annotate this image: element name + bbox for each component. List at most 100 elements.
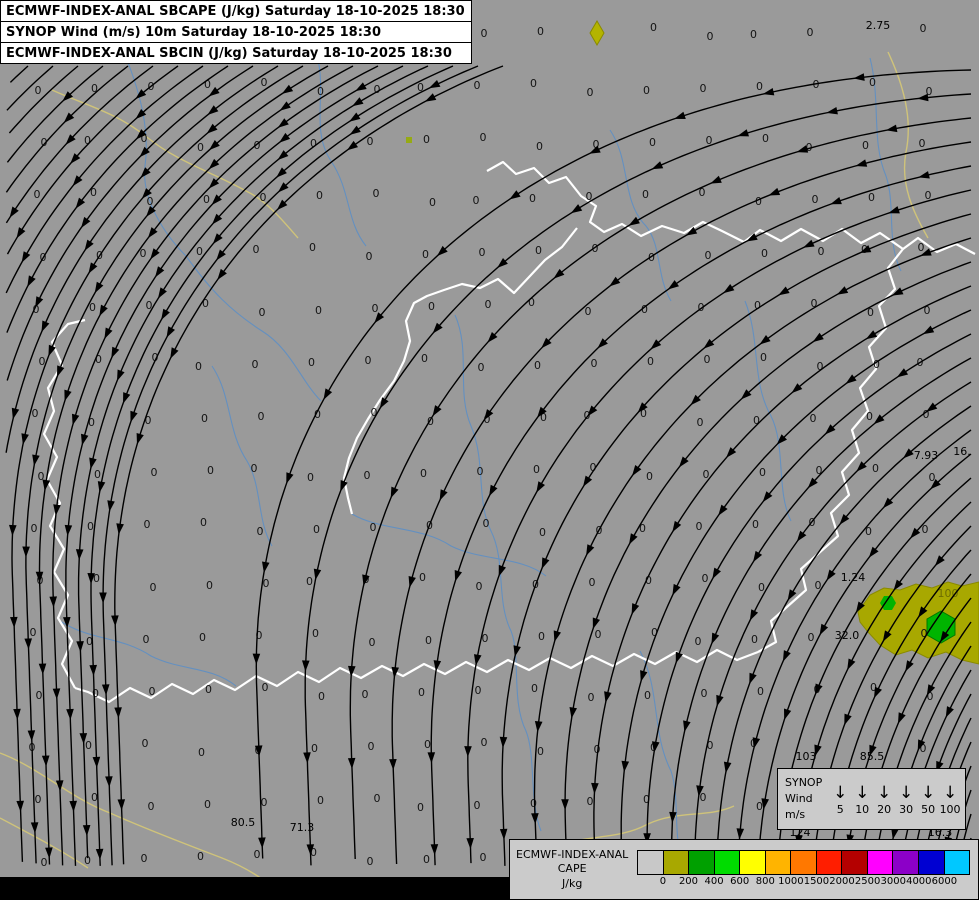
svg-text:0: 0 <box>200 516 207 529</box>
cape-legend-titles: ECMWF-INDEX-ANAL CAPE J/kg <box>516 848 637 891</box>
svg-text:0: 0 <box>818 245 825 258</box>
svg-text:0: 0 <box>262 681 269 694</box>
down-arrow-icon: ↓ <box>877 782 892 803</box>
cape-tick-label: 2000 <box>829 876 855 887</box>
svg-text:0: 0 <box>367 135 374 148</box>
svg-text:0: 0 <box>869 76 876 89</box>
svg-text:0: 0 <box>707 30 714 43</box>
bottom-black-bar <box>0 877 509 900</box>
svg-text:0: 0 <box>478 361 485 374</box>
cape-color-cell <box>740 851 766 874</box>
wind-speed-label: 10 <box>855 802 870 816</box>
cape-color-cell <box>842 851 868 874</box>
cape-color-cell <box>867 851 894 874</box>
svg-text:0: 0 <box>920 22 927 35</box>
cape-tick-label: 1500 <box>803 876 830 887</box>
cape-tick-label: 0 <box>659 876 667 887</box>
svg-text:0: 0 <box>480 851 487 864</box>
svg-text:0: 0 <box>649 136 656 149</box>
svg-text:0: 0 <box>476 580 483 593</box>
wind-legend: SYNOP Wind m/s ↓ 5 ↓ 10 ↓ 20 ↓ 30 ↓ 50 ↓ 100 <box>777 768 966 830</box>
cape-color-cell <box>714 851 741 874</box>
cape-color-cell <box>791 851 817 874</box>
cape-legend-title: ECMWF-INDEX-ANAL <box>516 848 629 862</box>
wind-speed-column: ↓ 30 <box>895 783 917 816</box>
svg-text:0: 0 <box>475 684 482 697</box>
weather-map-canvas: 0 0 0 0 0 0 0 0 0 0 0 0 0 0 0 0 0 0 0 0 0 0 0 0 0 0 0 0 0 0 0 0 0 0 0 0 0 0 0 0… <box>0 0 979 900</box>
cape-legend-units: J/kg <box>562 876 583 890</box>
svg-text:0: 0 <box>642 188 649 201</box>
svg-text:0: 0 <box>203 193 210 206</box>
cape-tick-label: 2500 <box>854 876 881 887</box>
svg-text:0: 0 <box>538 630 545 643</box>
svg-text:0: 0 <box>531 682 538 695</box>
svg-text:0: 0 <box>317 794 324 807</box>
svg-text:0: 0 <box>591 357 598 370</box>
svg-text:0: 0 <box>697 416 704 429</box>
svg-text:0: 0 <box>751 633 758 646</box>
svg-text:0: 0 <box>366 250 373 263</box>
svg-text:0: 0 <box>756 80 763 93</box>
dot-marker-icon <box>406 137 412 143</box>
svg-text:0: 0 <box>372 302 379 315</box>
wind-legend-units: m/s <box>785 807 806 821</box>
svg-text:0: 0 <box>537 25 544 38</box>
wind-speed-column: ↓ 10 <box>851 783 873 816</box>
svg-text:0: 0 <box>585 305 592 318</box>
svg-text:0: 0 <box>587 795 594 808</box>
svg-text:0: 0 <box>144 518 151 531</box>
cape-color-cell <box>893 851 919 874</box>
svg-text:0: 0 <box>533 463 540 476</box>
wind-speed-column: ↓ 100 <box>939 783 961 816</box>
svg-text:0: 0 <box>429 196 436 209</box>
svg-text:0: 0 <box>315 304 322 317</box>
svg-text:0: 0 <box>36 689 43 702</box>
svg-text:0: 0 <box>251 462 258 475</box>
svg-text:0: 0 <box>252 358 259 371</box>
svg-text:0: 0 <box>474 79 481 92</box>
wind-speed-label: 100 <box>939 802 961 816</box>
svg-text:0: 0 <box>644 689 651 702</box>
svg-text:0: 0 <box>695 635 702 648</box>
svg-text:0: 0 <box>862 139 869 152</box>
svg-text:0: 0 <box>367 855 374 868</box>
title-line-sbcape: ECMWF-INDEX-ANAL SBCAPE (J/kg) Saturday … <box>1 1 471 22</box>
cape-tick-label: 1000 <box>778 876 804 887</box>
svg-text:0: 0 <box>34 188 41 201</box>
svg-text:0: 0 <box>595 628 602 641</box>
svg-text:0: 0 <box>309 241 316 254</box>
svg-text:0: 0 <box>474 799 481 812</box>
down-arrow-icon: ↓ <box>899 782 914 803</box>
svg-text:0: 0 <box>650 21 657 34</box>
svg-text:0: 0 <box>207 464 214 477</box>
svg-text:0: 0 <box>257 525 264 538</box>
svg-text:0: 0 <box>423 133 430 146</box>
svg-text:0: 0 <box>428 300 435 313</box>
svg-text:0: 0 <box>422 248 429 261</box>
svg-text:0: 0 <box>810 412 817 425</box>
svg-text:0: 0 <box>418 686 425 699</box>
svg-text:0: 0 <box>148 800 155 813</box>
svg-text:0: 0 <box>149 685 156 698</box>
down-arrow-icon: ↓ <box>920 782 936 803</box>
svg-text:0: 0 <box>587 86 594 99</box>
svg-text:0: 0 <box>757 685 764 698</box>
cape-color-cell <box>765 851 792 874</box>
svg-text:0: 0 <box>198 746 205 759</box>
svg-text:0: 0 <box>313 523 320 536</box>
cape-colorbar-ticks: 0 200 400 600 800 1000 1500 2000 2500 3000 4000 600… <box>637 875 970 889</box>
svg-text:0: 0 <box>530 797 537 810</box>
cape-tick-label: 3000 <box>880 876 906 887</box>
map-title-box: ECMWF-INDEX-ANAL SBCAPE (J/kg) Saturday … <box>0 0 472 64</box>
svg-text:0: 0 <box>534 359 541 372</box>
svg-text:0: 0 <box>866 410 873 423</box>
svg-text:0: 0 <box>701 687 708 700</box>
svg-text:0: 0 <box>368 740 375 753</box>
down-arrow-icon: ↓ <box>855 782 870 803</box>
cape-tick-label: 400 <box>704 876 724 887</box>
svg-text:0: 0 <box>202 297 209 310</box>
cape-color-cell <box>944 851 970 874</box>
svg-text:0: 0 <box>535 244 542 257</box>
svg-text:0: 0 <box>365 354 372 367</box>
svg-text:0: 0 <box>306 575 313 588</box>
